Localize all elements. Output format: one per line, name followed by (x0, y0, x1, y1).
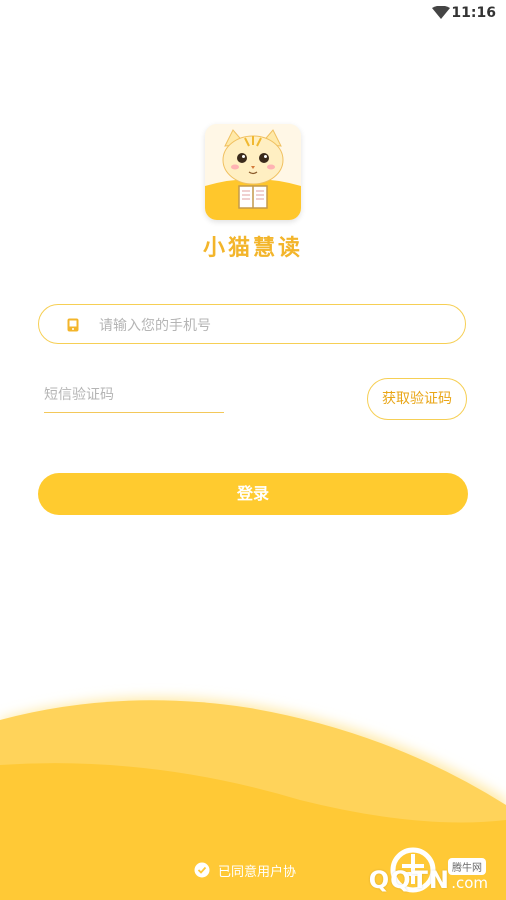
status-time: 11:16 (451, 5, 496, 21)
wifi-icon (432, 6, 450, 19)
cat-reading-logo (205, 124, 301, 220)
watermark-domain: .com (451, 874, 488, 892)
sms-code-input[interactable] (44, 380, 224, 410)
agreement[interactable]: 已同意用户协 (194, 860, 296, 880)
watermark: 腾牛网 QQTN .com (298, 840, 498, 900)
sms-code-field[interactable] (44, 380, 224, 413)
agreement-text: 已同意用户协 (218, 864, 297, 880)
login-button[interactable]: 登录 (38, 473, 468, 515)
status-bar: 11:16 (0, 0, 506, 28)
app-name: 小猫慧读 (202, 236, 303, 261)
app-logo (205, 124, 301, 220)
watermark-brand: QQTN (368, 866, 450, 894)
phone-input[interactable] (97, 313, 441, 339)
phone-field[interactable] (38, 304, 466, 344)
watermark-tag: 腾牛网 (448, 858, 486, 875)
phone-icon (67, 318, 79, 332)
get-code-button[interactable]: 获取验证码 (367, 378, 467, 420)
check-circle-icon[interactable] (194, 862, 210, 878)
